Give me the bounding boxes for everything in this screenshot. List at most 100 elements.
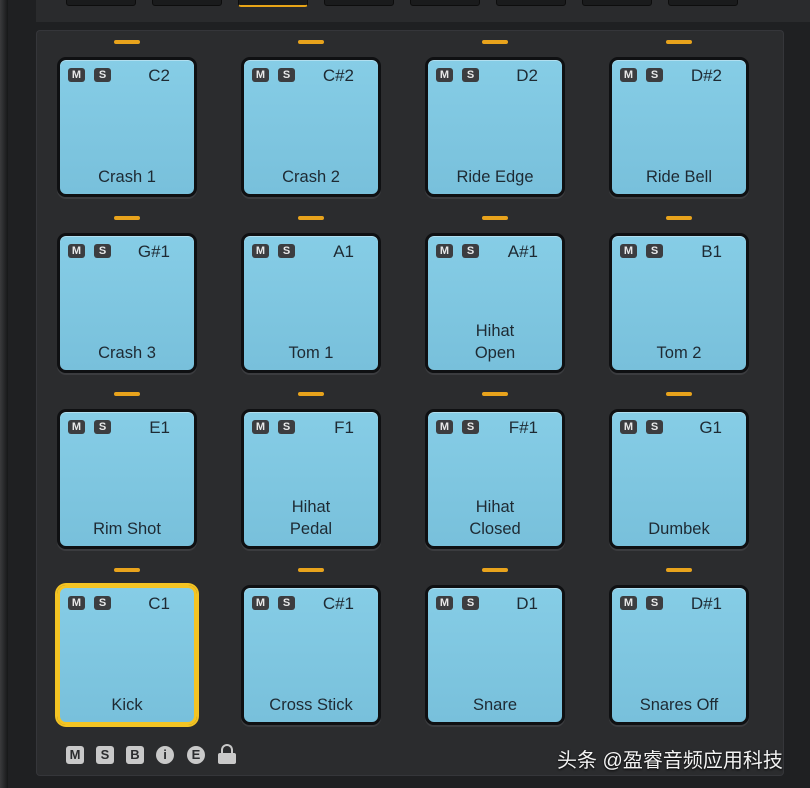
pad-mute-button[interactable]: M	[252, 68, 269, 82]
lock-body	[218, 753, 236, 764]
pad-cell: M S G1 Dumbek	[609, 392, 749, 549]
pad-solo-button[interactable]: S	[278, 420, 295, 434]
pad-solo-button[interactable]: S	[278, 596, 295, 610]
drum-pad[interactable]: M S A#1 Hihat Open	[425, 233, 565, 373]
watermark: 头条 @盈睿音频应用科技	[557, 750, 783, 772]
pad-mute-button[interactable]: M	[252, 596, 269, 610]
pad-mute-button[interactable]: M	[68, 244, 85, 258]
pad-solo-button[interactable]: S	[646, 68, 663, 82]
pad-solo-button[interactable]: S	[94, 68, 111, 82]
pad-name-label: Crash 1	[98, 168, 156, 186]
drum-pad[interactable]: M S E1 Rim Shot	[57, 409, 197, 549]
pad-cell: M S A#1 Hihat Open	[425, 216, 565, 373]
pad-mute-button[interactable]: M	[436, 244, 453, 258]
drum-pad[interactable]: M S A1 Tom 1	[241, 233, 381, 373]
pad-mute-button[interactable]: M	[68, 596, 85, 610]
pad-name-label: Tom 2	[656, 344, 702, 362]
pad-mute-button[interactable]: M	[620, 420, 637, 434]
pad-mute-button[interactable]: M	[68, 68, 85, 82]
pad-solo-button[interactable]: S	[94, 596, 111, 610]
pad-note-label: D#2	[690, 66, 722, 85]
top-button-5[interactable]	[410, 0, 480, 6]
top-button-3[interactable]	[238, 0, 308, 7]
pad-cell: M S D#1 Snares Off	[609, 568, 749, 725]
drum-pad[interactable]: M S D#2 Ride Bell	[609, 57, 749, 197]
pad-name-label: Ride Bell	[645, 168, 713, 186]
pad-note-label: E1	[149, 418, 170, 437]
pad-note-label: D1	[516, 594, 538, 613]
top-button-8[interactable]	[668, 0, 738, 6]
pad-solo-button[interactable]: S	[646, 420, 663, 434]
pad-name-label: Snare	[472, 696, 518, 714]
drum-pad[interactable]: M S B1 Tom 2	[609, 233, 749, 373]
pad-name-label: Hihat Open	[474, 322, 516, 362]
mute-all-button[interactable]: M	[66, 746, 84, 764]
pad-mute-button[interactable]: M	[436, 596, 453, 610]
pad-name-label: Ride Edge	[456, 168, 534, 186]
pad-led-indicator	[666, 40, 692, 44]
pad-note-label: C#1	[322, 594, 354, 613]
pad-mute-button[interactable]: M	[68, 420, 85, 434]
pad-solo-button[interactable]: S	[94, 244, 111, 258]
pad-mute-button[interactable]: M	[436, 68, 453, 82]
drum-pad[interactable]: M S D2 Ride Edge	[425, 57, 565, 197]
drum-pad[interactable]: M S C#2 Crash 2	[241, 57, 381, 197]
pad-mute-button[interactable]: M	[252, 420, 269, 434]
pad-cell: M S A1 Tom 1	[241, 216, 381, 373]
pad-mute-button[interactable]: M	[620, 596, 637, 610]
pad-solo-button[interactable]: S	[462, 596, 479, 610]
drum-pad[interactable]: M S D#1 Snares Off	[609, 585, 749, 725]
top-button-strip	[36, 0, 810, 22]
pad-solo-button[interactable]: S	[646, 596, 663, 610]
pad-led-indicator	[298, 568, 324, 572]
pad-mute-button[interactable]: M	[252, 244, 269, 258]
pad-mute-button[interactable]: M	[436, 420, 453, 434]
pad-name-label: Crash 3	[98, 344, 156, 362]
pad-note-label: C#2	[322, 66, 354, 85]
lock-icon[interactable]	[218, 744, 236, 764]
pad-led-indicator	[666, 392, 692, 396]
pad-mute-button[interactable]: M	[620, 68, 637, 82]
pad-mute-button[interactable]: M	[620, 244, 637, 258]
pad-name-label: Crash 2	[282, 168, 340, 186]
top-button-7[interactable]	[582, 0, 652, 6]
drum-pad[interactable]: M S C#1 Cross Stick	[241, 585, 381, 725]
pad-cell: M S F#1 Hihat Closed	[425, 392, 565, 549]
drum-pad[interactable]: M S G1 Dumbek	[609, 409, 749, 549]
drum-pad[interactable]: M S D1 Snare	[425, 585, 565, 725]
pad-solo-button[interactable]: S	[462, 244, 479, 258]
pad-cell: M S G#1 Crash 3	[57, 216, 197, 373]
pad-solo-button[interactable]: S	[462, 68, 479, 82]
b-button[interactable]: B	[126, 746, 144, 764]
e-button[interactable]: E	[187, 746, 205, 764]
pad-solo-button[interactable]: S	[646, 244, 663, 258]
pad-cell: M S C#2 Crash 2	[241, 40, 381, 197]
drum-pad[interactable]: M S F#1 Hihat Closed	[425, 409, 565, 549]
pad-solo-button[interactable]: S	[278, 68, 295, 82]
pad-led-indicator	[482, 568, 508, 572]
pad-solo-button[interactable]: S	[278, 244, 295, 258]
drum-pad[interactable]: M S F1 Hihat Pedal	[241, 409, 381, 549]
top-button-6[interactable]	[496, 0, 566, 6]
top-button-4[interactable]	[324, 0, 394, 6]
pad-name-label: Dumbek	[648, 520, 710, 538]
pad-cell: M S C2 Crash 1	[57, 40, 197, 197]
top-button-2[interactable]	[152, 0, 222, 6]
drum-pad[interactable]: M S G#1 Crash 3	[57, 233, 197, 373]
pad-led-indicator	[298, 40, 324, 44]
drum-pad[interactable]: M S C1 Kick	[57, 585, 197, 725]
info-icon[interactable]: i	[156, 746, 174, 764]
drum-pad[interactable]: M S C2 Crash 1	[57, 57, 197, 197]
left-edge	[0, 0, 8, 788]
solo-all-button[interactable]: S	[96, 746, 114, 764]
pad-solo-button[interactable]: S	[94, 420, 111, 434]
pad-cell: M S C1 Kick	[57, 568, 197, 725]
pad-led-indicator	[482, 40, 508, 44]
pad-name-label: Hihat Pedal	[289, 498, 333, 538]
top-button-1[interactable]	[66, 0, 136, 6]
pad-name-label: Snares Off	[639, 696, 719, 714]
pad-solo-button[interactable]: S	[462, 420, 479, 434]
pad-led-indicator	[114, 568, 140, 572]
pad-led-indicator	[114, 40, 140, 44]
pad-note-label: B1	[701, 242, 722, 261]
